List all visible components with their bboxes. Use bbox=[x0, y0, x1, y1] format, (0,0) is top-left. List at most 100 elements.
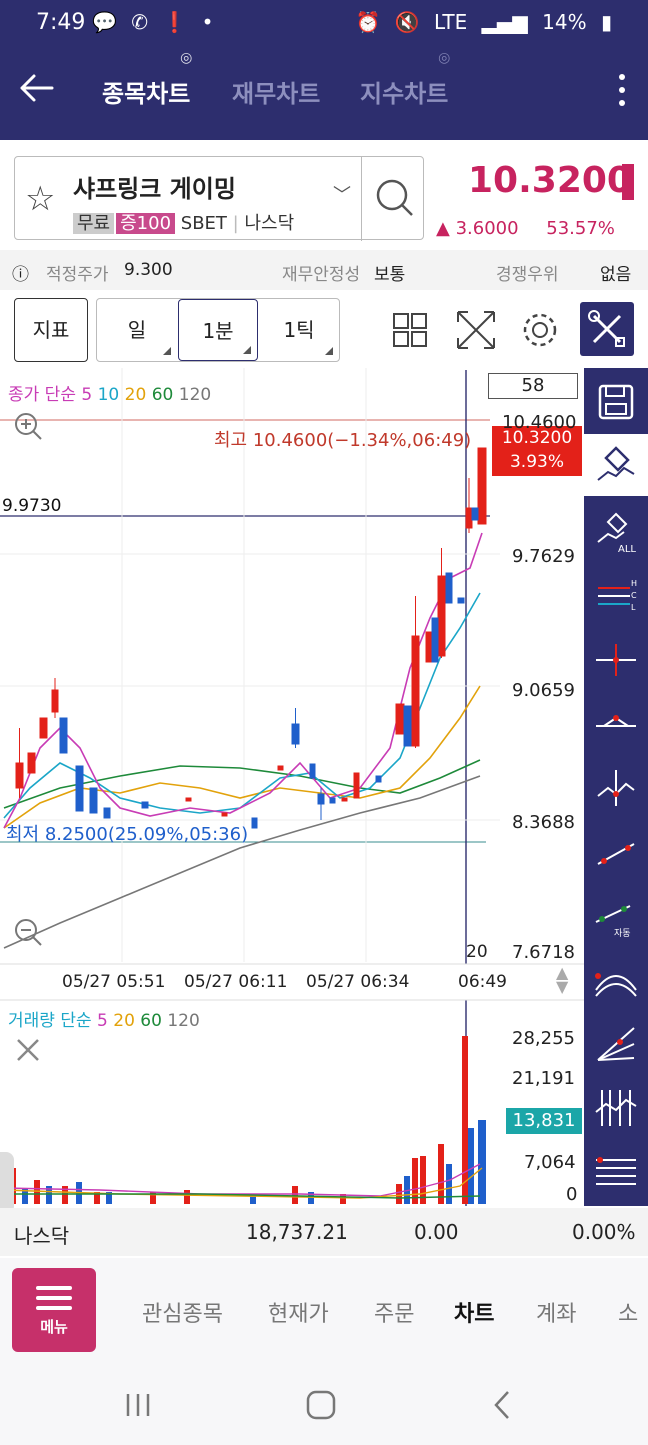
candle-up bbox=[395, 703, 405, 735]
battery-icon: ▮ bbox=[600, 10, 612, 34]
corner-mark-icon bbox=[325, 347, 333, 355]
nav-chart[interactable]: 차트 bbox=[454, 1296, 494, 1328]
candle-down bbox=[75, 765, 84, 812]
side-drawer-handle[interactable] bbox=[0, 1152, 14, 1214]
drawing-tools-button[interactable] bbox=[580, 302, 634, 356]
back-icon[interactable] bbox=[490, 1388, 514, 1422]
top-app-bar: 7:49 💬 ✆ ❗ • ⏰ 🔇 LTE ▂▄▆ 14% ▮ 종목차트 ◎ 재무… bbox=[0, 0, 648, 140]
chart-canvas[interactable] bbox=[0, 368, 584, 1208]
high-annotation: 최고 10.4600(−1.34%,06:49) bbox=[214, 430, 472, 451]
candle-down bbox=[103, 807, 111, 819]
horizontal-line-icon[interactable] bbox=[590, 698, 642, 750]
erase-all-icon[interactable]: ALL bbox=[590, 506, 642, 558]
change-percent: 53.57% bbox=[546, 218, 615, 239]
period-day-label: 일 bbox=[127, 318, 147, 342]
tab-stock-chart[interactable]: 종목차트 ◎ bbox=[102, 50, 192, 109]
home-icon[interactable] bbox=[304, 1388, 338, 1422]
status-bar: 7:49 💬 ✆ ❗ • ⏰ 🔇 LTE ▂▄▆ 14% ▮ bbox=[0, 8, 648, 40]
chevron-down-icon[interactable]: ﹀ bbox=[333, 181, 351, 207]
candle-down bbox=[251, 817, 258, 829]
candle-down bbox=[309, 763, 316, 779]
crosshair-tool-icon[interactable] bbox=[590, 634, 642, 686]
stability-value: 보통 bbox=[374, 265, 406, 285]
visible-count-box[interactable]: 58 bbox=[488, 373, 578, 399]
period-day-button[interactable]: 일 bbox=[97, 299, 177, 361]
ticker-label: SBET bbox=[180, 213, 227, 234]
zoom-out-icon[interactable] bbox=[12, 916, 44, 948]
fibonacci-icon[interactable] bbox=[590, 1146, 642, 1198]
candle-up bbox=[477, 447, 487, 525]
tab-financial-chart[interactable]: 재무차트 bbox=[232, 74, 320, 109]
x-tick: 06:49 bbox=[458, 972, 507, 992]
nav-order[interactable]: 주문 bbox=[374, 1296, 414, 1328]
current-price-tag-pct: 3.93% bbox=[509, 452, 564, 472]
vol-ma120-label: 120 bbox=[167, 1011, 200, 1031]
vertical-line-icon[interactable] bbox=[590, 762, 642, 814]
nav-account[interactable]: 계좌 bbox=[536, 1296, 576, 1328]
volume-bars bbox=[10, 1036, 486, 1204]
candle-up bbox=[39, 717, 48, 739]
price-legend: 종가 단순 5 10 20 60 120 bbox=[8, 380, 211, 405]
zoom-in-icon[interactable] bbox=[12, 410, 44, 442]
nav-current-price[interactable]: 현재가 bbox=[268, 1296, 329, 1328]
ma120-label: 120 bbox=[178, 385, 212, 405]
candle-down bbox=[59, 717, 68, 754]
index-name: 나스닥 bbox=[14, 1224, 70, 1248]
period-tick-label: 1틱 bbox=[283, 318, 315, 342]
recent-apps-icon[interactable] bbox=[122, 1390, 154, 1420]
search-button[interactable] bbox=[361, 157, 425, 241]
candle-down bbox=[329, 797, 336, 804]
candle-down bbox=[403, 705, 412, 747]
y-tick: 7.6718 bbox=[512, 942, 575, 963]
svg-text:H: H bbox=[631, 579, 637, 588]
grid-layout-icon[interactable] bbox=[386, 306, 434, 354]
candle-up bbox=[27, 752, 36, 774]
index-change-pct: 0.00% bbox=[572, 1220, 636, 1244]
back-arrow-icon[interactable] bbox=[16, 68, 56, 108]
crosshair-x-label: 20 bbox=[466, 942, 488, 962]
save-icon[interactable] bbox=[590, 376, 642, 428]
trend-line-icon[interactable] bbox=[590, 826, 642, 878]
main-menu-button[interactable]: 메뉴 bbox=[12, 1268, 96, 1352]
price-indicator-bar bbox=[622, 164, 634, 200]
stock-tags: 무료 증100 SBET | 나스닥 bbox=[73, 209, 294, 235]
arc-tool-icon[interactable] bbox=[590, 954, 642, 1006]
search-icon bbox=[376, 179, 413, 216]
index-value: 18,737.21 bbox=[246, 1220, 348, 1244]
candle-up bbox=[221, 812, 228, 817]
competition-value: 없음 bbox=[600, 265, 632, 285]
volume-ma-lines bbox=[3, 1163, 483, 1199]
ma5-label: 5 bbox=[81, 385, 93, 405]
period-minute-button[interactable]: 1분 bbox=[178, 299, 258, 361]
hcl-lines-icon[interactable]: HCL bbox=[590, 570, 642, 622]
eraser-tool-active[interactable] bbox=[584, 434, 648, 496]
tab-index-chart[interactable]: 지수차트 ◎ bbox=[360, 50, 450, 109]
vol-tick: 21,191 bbox=[512, 1068, 575, 1089]
stability-label: 재무안정성 bbox=[282, 265, 361, 285]
index-ticker-row[interactable]: 나스닥 18,737.21 0.00 0.00% bbox=[0, 1208, 648, 1256]
favorite-star-icon[interactable]: ☆ bbox=[25, 179, 55, 219]
period-tick-button[interactable]: 1틱 bbox=[259, 299, 339, 361]
close-pane-icon[interactable] bbox=[14, 1036, 42, 1064]
nav-more-partial[interactable]: 소 bbox=[618, 1296, 638, 1328]
stock-selector[interactable]: ☆ 샤프링크 게이밍 ﹀ 무료 증100 SBET | 나스닥 bbox=[14, 156, 425, 241]
axis-scroll-icon[interactable]: ▲ ▼ bbox=[556, 965, 568, 995]
settings-gear-icon[interactable] bbox=[516, 306, 564, 354]
more-menu-icon[interactable] bbox=[618, 70, 626, 110]
svg-text:L: L bbox=[631, 603, 636, 612]
ma120-line bbox=[3, 775, 481, 949]
market-label: 나스닥 bbox=[244, 213, 295, 234]
nav-watchlist[interactable]: 관심종목 bbox=[142, 1296, 223, 1328]
cycle-lines-icon[interactable] bbox=[590, 1082, 642, 1134]
system-navigation-bar bbox=[0, 1362, 648, 1445]
candles bbox=[15, 447, 487, 829]
help-icon[interactable]: ⓘ bbox=[12, 260, 29, 285]
current-price: 10.3200 bbox=[468, 160, 632, 201]
candle-down bbox=[445, 572, 453, 604]
fan-line-icon[interactable] bbox=[590, 1018, 642, 1070]
expand-icon[interactable] bbox=[452, 306, 500, 354]
auto-trend-icon[interactable]: 자동 bbox=[590, 890, 642, 942]
hamburger-icon bbox=[12, 1286, 96, 1310]
y-tick: 9.0659 bbox=[512, 680, 575, 701]
indicator-button[interactable]: 지표 bbox=[14, 298, 88, 362]
